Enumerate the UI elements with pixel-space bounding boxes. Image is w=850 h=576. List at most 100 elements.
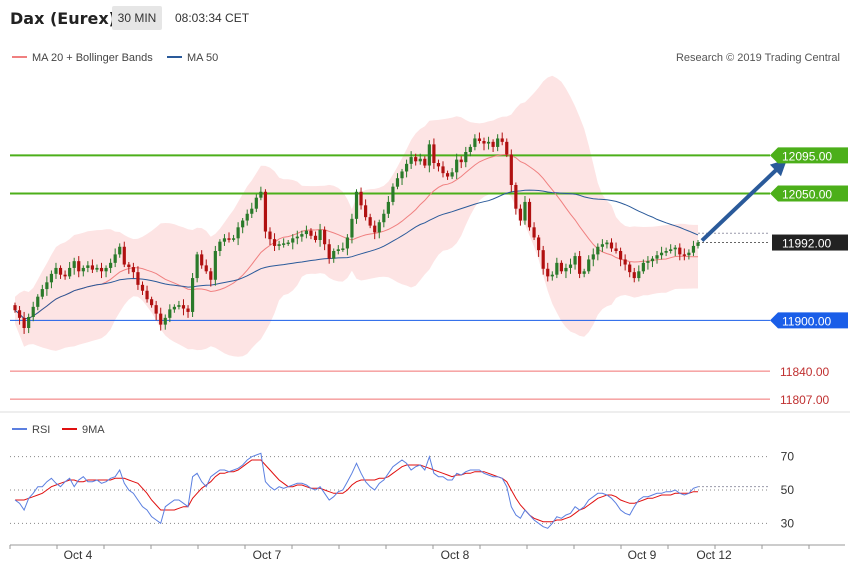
candle-body: [605, 242, 609, 245]
candle-body: [177, 305, 181, 307]
rsi-ma9-line: [15, 459, 698, 523]
candle-body: [669, 249, 673, 251]
candle-body: [68, 267, 72, 277]
candle-body: [573, 256, 577, 265]
candle-body: [518, 208, 523, 221]
rsi-line: [14, 452, 699, 529]
candle-body: [646, 261, 650, 263]
candle-body: [327, 244, 331, 259]
candle-body: [313, 235, 318, 240]
candle-body: [637, 271, 641, 279]
candle-body: [186, 308, 190, 312]
candle-body: [537, 237, 541, 251]
candle-body: [227, 238, 231, 240]
candle-body: [268, 231, 272, 240]
resistance-label: 12050.00: [782, 187, 832, 201]
candle-body: [282, 243, 286, 245]
candle-body: [395, 178, 400, 187]
candle-body: [618, 251, 623, 260]
candle-body: [691, 245, 696, 253]
candle-body: [122, 246, 126, 265]
rsi-panel: 30 50 70: [10, 450, 795, 530]
candle-body: [95, 267, 99, 270]
candle-body: [436, 163, 441, 167]
candle-body: [277, 244, 281, 246]
support-label: 11840.00: [780, 365, 829, 379]
candle-body: [72, 261, 76, 268]
candle-body: [36, 296, 40, 307]
candle-body: [17, 310, 22, 318]
candle-body: [418, 158, 422, 162]
resistance-label: 12095.00: [782, 149, 832, 163]
candle-body: [113, 254, 117, 263]
candle-body: [168, 309, 172, 318]
level-labels: 12095.00 12050.00 11992.00 11900.00 11840.00…: [770, 147, 848, 407]
candle-body: [172, 306, 176, 310]
candle-body: [118, 246, 122, 255]
candle-body: [104, 267, 108, 272]
candle-body: [568, 264, 573, 268]
candle-body: [482, 141, 486, 144]
candle-body: [455, 159, 459, 173]
candle-body: [99, 267, 104, 272]
rsi-legend: RSI 9MA: [12, 424, 105, 436]
candle-body: [63, 274, 67, 277]
candle-body: [650, 258, 655, 262]
candle-body: [382, 213, 386, 223]
candle-body: [336, 249, 340, 251]
candle-body: [468, 146, 472, 152]
candle-body: [204, 265, 208, 272]
candle-body: [659, 252, 664, 256]
candle-body: [345, 237, 349, 249]
candle-body: [241, 220, 245, 228]
candle-body: [559, 262, 563, 272]
candle-body: [323, 229, 327, 245]
candle-body: [427, 144, 431, 166]
candle-body: [218, 241, 222, 251]
candle-body: [377, 222, 381, 233]
candle-body: [200, 254, 204, 266]
candle-body: [678, 247, 682, 255]
candle-body: [541, 250, 545, 269]
candle-body: [304, 230, 309, 235]
candle-body: [195, 254, 199, 279]
candle-body: [90, 265, 95, 270]
rsi-tick-label: 30: [781, 516, 795, 530]
candle-body: [22, 317, 26, 328]
candle-body: [578, 256, 582, 274]
ma50-legend-label: MA 50: [187, 52, 218, 64]
x-tick-label: Oct 9: [628, 548, 657, 562]
candle-body: [445, 173, 450, 177]
candle-body: [523, 201, 527, 221]
candle-body: [628, 264, 632, 273]
candle-body: [655, 255, 659, 259]
x-axis-ticks: Oct 4 Oct 7 Oct 8 Oct 9 Oct 12: [9, 545, 810, 562]
candle-body: [664, 251, 668, 253]
candle-body: [486, 141, 491, 144]
candle-body: [127, 264, 131, 268]
forecast-arrow: [700, 159, 787, 242]
candle-body: [354, 191, 359, 219]
candle-body: [527, 201, 532, 228]
candle-body: [245, 213, 249, 221]
candle-body: [546, 268, 550, 277]
candle-body: [514, 185, 518, 209]
candle-body: [209, 271, 213, 280]
candle-body: [31, 306, 35, 317]
candle-body: [373, 225, 377, 233]
candle-body: [81, 267, 85, 272]
candle-body: [163, 317, 167, 325]
candle-body: [391, 186, 395, 202]
rsi-legend-label: RSI: [32, 424, 50, 436]
candle-body: [54, 267, 58, 274]
candle-body: [181, 305, 186, 309]
candle-body: [131, 267, 135, 273]
candle-body: [222, 238, 227, 242]
candle-body: [359, 191, 363, 206]
ma9-legend-label: 9MA: [82, 424, 105, 436]
candle-body: [213, 251, 217, 280]
candle-body: [409, 157, 413, 164]
candle-body: [505, 141, 509, 155]
copyright-label: Research © 2019 Trading Central: [676, 52, 840, 64]
support-label: 11807.00: [780, 393, 829, 407]
